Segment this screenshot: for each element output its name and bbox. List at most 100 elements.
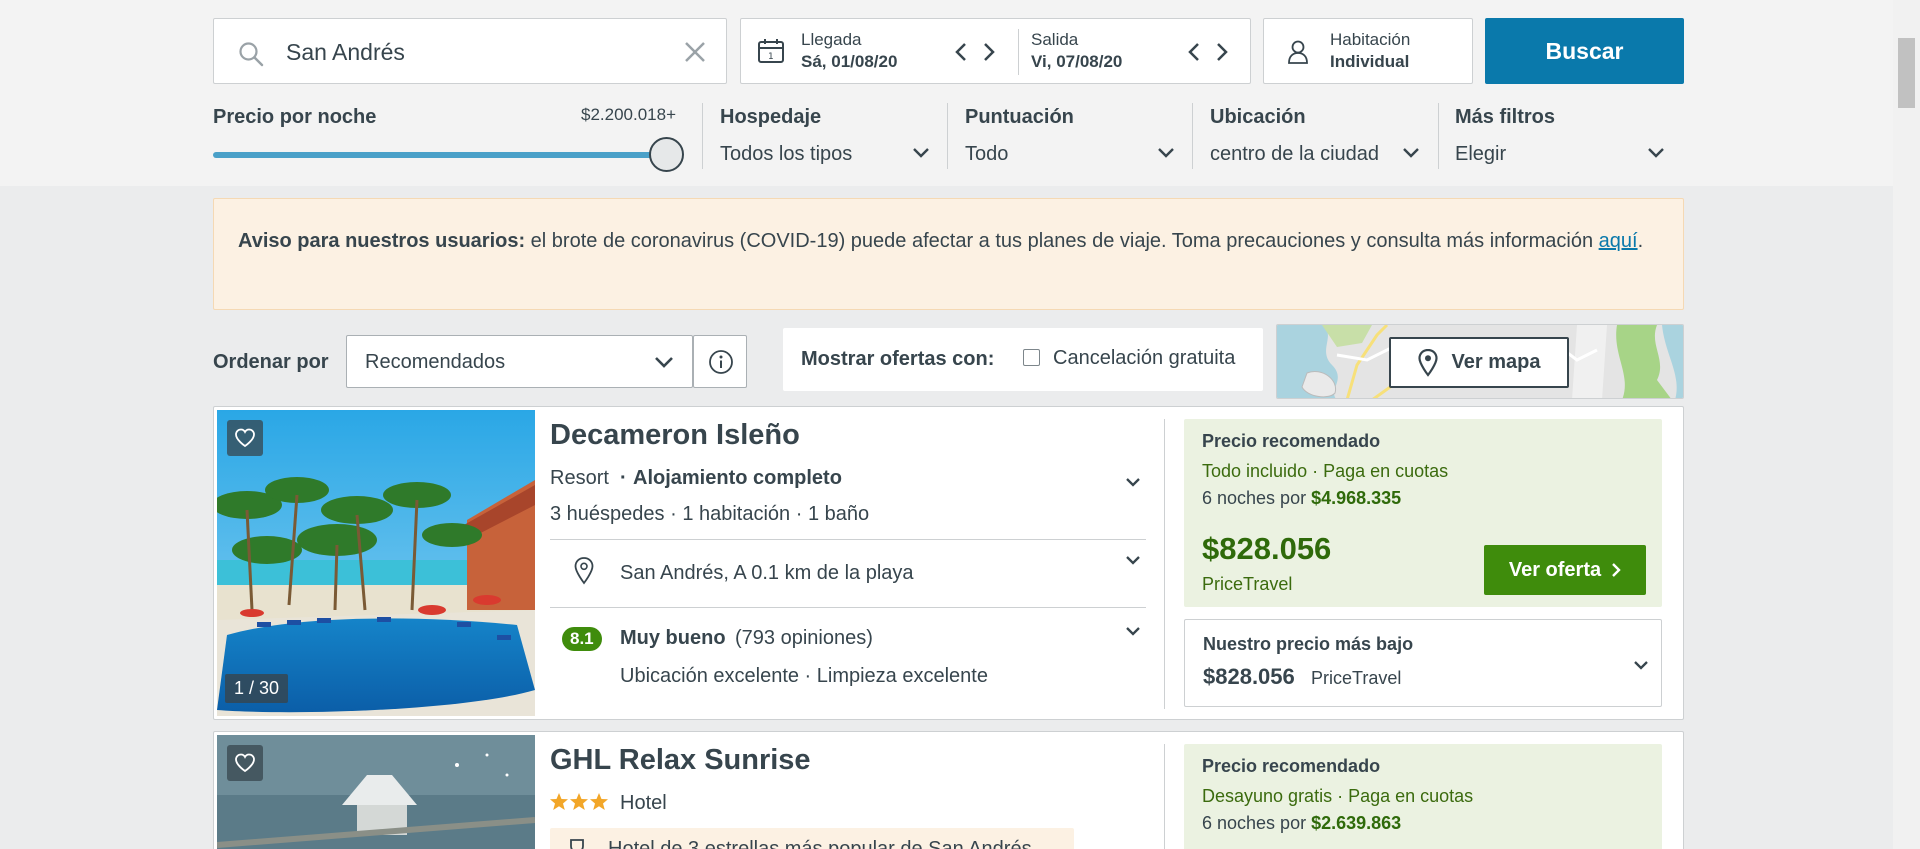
sort-select[interactable]: Recomendados <box>346 335 693 388</box>
view-map-label: Ver mapa <box>1451 351 1541 373</box>
hotel-type: Hotel <box>620 792 667 814</box>
hotel-photo-image <box>217 735 535 849</box>
rating-filter-title: Puntuación <box>965 106 1074 128</box>
destination-input-value[interactable]: San Andrés <box>286 39 405 66</box>
chevron-down-icon <box>1157 147 1175 159</box>
star-icon <box>570 793 588 810</box>
popularity-badge: Hotel de 3 estrellas más popular de San … <box>550 828 1074 849</box>
lowest-price-panel[interactable]: Nuestro precio más bajo $828.056 PriceTr… <box>1184 619 1662 707</box>
deal-provider: PriceTravel <box>1202 574 1293 594</box>
trophy-icon <box>566 838 588 849</box>
favorite-button[interactable] <box>227 745 263 781</box>
calendar-icon: 1 <box>757 38 785 64</box>
rating-filter[interactable]: Puntuación Todo <box>965 103 1183 169</box>
deal-nights-total: $2.639.863 <box>1311 813 1402 833</box>
star-icon <box>590 793 608 810</box>
hotel-details: 3 huéspedes · 1 habitación · 1 baño <box>550 503 870 525</box>
checkout-label: Salida <box>1031 30 1079 49</box>
hotel-name[interactable]: Decameron Isleño <box>550 419 800 452</box>
chevron-right-icon[interactable] <box>1215 41 1229 63</box>
deal-nights: 6 noches por $4.968.335 <box>1202 488 1401 509</box>
checkin-value[interactable]: Sá, 01/08/20 <box>801 52 897 72</box>
price-slider-track[interactable] <box>213 152 665 158</box>
rating-highlights: Ubicación excelente · Limpieza excelente <box>620 665 988 687</box>
hotel-photo[interactable]: 1 / 30 <box>217 410 535 716</box>
lowest-price-provider: PriceTravel <box>1311 668 1402 688</box>
scrollbar[interactable] <box>1893 0 1920 849</box>
heart-icon <box>234 428 256 448</box>
search-button[interactable]: Buscar <box>1485 18 1684 84</box>
deal-title: Precio recomendado <box>1202 756 1381 776</box>
chevron-down-icon[interactable] <box>1125 555 1141 566</box>
room-value: Individual <box>1330 52 1410 71</box>
lowest-price-value: $828.056 <box>1203 664 1295 689</box>
dates-divider <box>1018 29 1019 75</box>
notice-end: . <box>1637 230 1644 252</box>
card-vertical-divider <box>1164 744 1165 849</box>
room-selector[interactable]: Habitación Individual <box>1263 18 1473 84</box>
lodging-filter[interactable]: Hospedaje Todos los tipos <box>720 103 938 169</box>
svg-text:1: 1 <box>768 52 774 62</box>
deal-title: Precio recomendado <box>1202 431 1381 451</box>
rating-score-badge: 8.1 <box>562 627 602 651</box>
free-cancellation-checkbox[interactable] <box>1023 349 1040 366</box>
offers-filter: Mostrar ofertas con: Cancelación gratuit… <box>783 328 1263 391</box>
notice-link[interactable]: aquí <box>1599 230 1638 252</box>
free-cancellation-label[interactable]: Cancelación gratuita <box>1053 347 1235 370</box>
price-filter-title: Precio por noche <box>213 106 377 128</box>
hotel-card[interactable]: 1 / 30 Decameron Isleño Resort · Alojami… <box>213 406 1684 720</box>
notice-text: el brote de coronavirus (COVID-19) puede… <box>525 230 1599 252</box>
reviews-count[interactable]: (793 opiniones) <box>735 627 873 650</box>
chevron-down-icon[interactable] <box>1125 626 1141 637</box>
location-filter-title: Ubicación <box>1210 106 1306 128</box>
view-offer-label: Ver oferta <box>1508 558 1602 581</box>
hotel-type-extra: Alojamiento completo <box>633 467 842 489</box>
map-preview[interactable]: Ver mapa <box>1276 324 1684 399</box>
hotel-card[interactable]: GHL Relax Sunrise Hotel Hotel de 3 estre… <box>213 731 1684 849</box>
room-label: Habitación <box>1330 30 1411 49</box>
price-slider-handle[interactable] <box>649 137 684 172</box>
hotel-photo[interactable] <box>217 735 535 849</box>
checkin-label: Llegada <box>801 30 862 49</box>
filter-divider <box>702 103 703 169</box>
heart-icon <box>234 753 256 773</box>
popularity-text: Hotel de 3 estrellas más popular de San … <box>608 838 1032 849</box>
chevron-down-icon[interactable] <box>1125 477 1141 488</box>
destination-search-field[interactable]: San Andrés <box>213 18 727 84</box>
price-max-value: $2.200.018+ <box>581 105 677 124</box>
hotel-type-extra-sep: · <box>620 467 627 489</box>
sort-info-button[interactable] <box>693 335 747 388</box>
filter-divider <box>1438 103 1439 169</box>
notice-bold: Aviso para nuestros usuarios: <box>238 230 526 252</box>
chevron-down-icon <box>654 356 674 369</box>
offers-label: Mostrar ofertas con: <box>801 348 995 370</box>
checkout-value[interactable]: Vi, 07/08/20 <box>1031 52 1122 72</box>
recommended-deal: Precio recomendado Todo incluido · Paga … <box>1184 419 1662 607</box>
hotel-name[interactable]: GHL Relax Sunrise <box>550 744 811 777</box>
deal-price: $828.056 <box>1202 531 1332 566</box>
person-icon <box>1287 40 1309 64</box>
chevron-right-icon[interactable] <box>982 41 996 63</box>
star-icon <box>550 793 568 810</box>
hotel-location: San Andrés, A 0.1 km de la playa <box>620 562 914 584</box>
chevron-left-icon[interactable] <box>1187 41 1201 63</box>
chevron-down-icon <box>912 147 930 159</box>
location-pin-icon <box>574 557 594 585</box>
chevron-left-icon[interactable] <box>954 41 968 63</box>
chevron-down-icon <box>1633 660 1649 671</box>
rating-filter-value: Todo <box>965 143 1009 165</box>
clear-icon[interactable] <box>683 40 707 64</box>
filter-divider <box>1192 103 1193 169</box>
view-offer-button[interactable]: Ver oferta <box>1484 545 1646 595</box>
scrollbar-thumb[interactable] <box>1898 38 1915 108</box>
favorite-button[interactable] <box>227 420 263 456</box>
photo-counter: 1 / 30 <box>225 674 289 703</box>
view-map-button[interactable]: Ver mapa <box>1389 337 1569 388</box>
sort-label: Ordenar por <box>213 351 329 373</box>
more-filters[interactable]: Más filtros Elegir <box>1455 103 1673 169</box>
location-filter[interactable]: Ubicación centro de la ciudad <box>1210 103 1428 169</box>
card-vertical-divider <box>1164 419 1165 709</box>
deal-nights-total: $4.968.335 <box>1311 488 1402 508</box>
dates-field[interactable]: 1 Llegada Sá, 01/08/20 Salida Vi, 07/08/… <box>740 18 1251 84</box>
covid-notice: Aviso para nuestros usuarios: el brote d… <box>213 198 1684 310</box>
